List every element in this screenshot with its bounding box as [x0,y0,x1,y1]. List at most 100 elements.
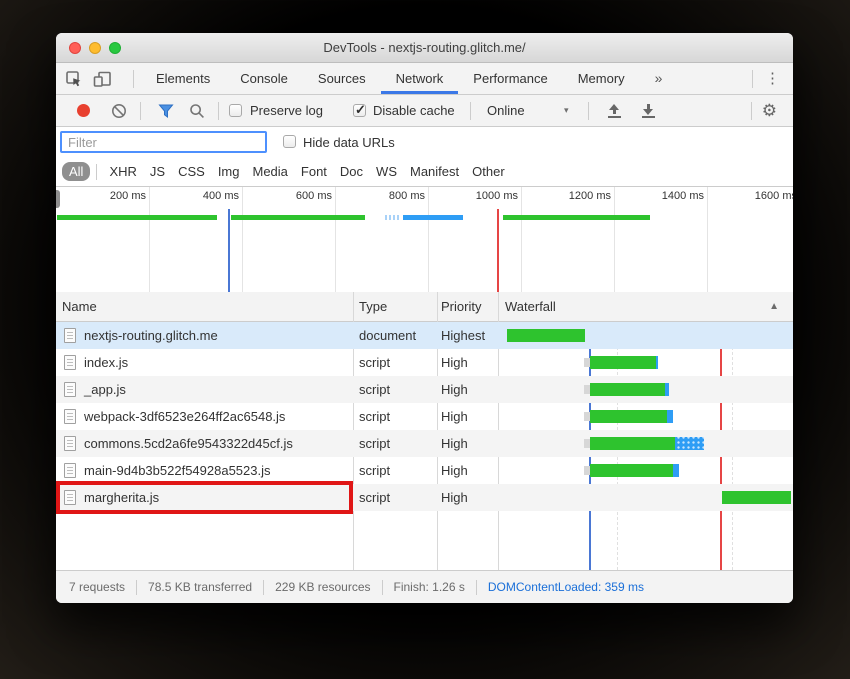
table-row[interactable]: main-9d4b3b522f54928a5523.jsscriptHigh [56,457,793,484]
type-filter-doc[interactable]: Doc [340,164,363,179]
column-header-priority[interactable]: Priority [441,292,481,321]
overview-gridline [707,187,708,292]
inspect-element-icon[interactable] [65,70,83,88]
document-icon [64,382,76,397]
column-header-type[interactable]: Type [359,292,387,321]
preserve-log-checkbox[interactable] [229,104,242,117]
window-title: DevTools - nextjs-routing.glitch.me/ [56,33,793,63]
type-filter-css[interactable]: CSS [178,164,205,179]
waterfall-bar-green [590,356,656,369]
request-priority: Highest [441,322,485,349]
request-name: commons.5cd2a6fe9543322d45cf.js [84,430,293,457]
request-name: index.js [84,349,128,376]
request-name: webpack-3df6523e264ff2ac6548.js [84,403,285,430]
customize-devtools-icon[interactable]: ⋮ [765,63,780,94]
filter-row: Hide data URLs [56,127,793,157]
status-divider [136,580,137,595]
overview-activity-bar [385,215,401,220]
request-name: margherita.js [84,484,159,511]
toggle-device-toolbar-icon[interactable] [93,70,111,88]
overview-tick-label: 800 ms [355,190,425,202]
pills-divider [96,164,97,180]
record-network-log-button[interactable] [77,104,90,117]
toolbar-divider [588,102,589,120]
sort-ascending-icon[interactable]: ▲ [769,292,779,321]
disable-cache-checkbox[interactable] [353,104,366,117]
document-icon [64,328,76,343]
waterfall-bar-green [590,383,665,396]
tabbar-divider [133,70,134,88]
tab-sources[interactable]: Sources [303,63,381,94]
request-type: script [359,457,390,484]
tabbar-divider [752,70,753,88]
column-header-waterfall[interactable]: Waterfall [505,292,556,321]
request-type: script [359,484,390,511]
request-priority: High [441,484,468,511]
toolbar-divider [751,102,752,120]
status-domcontentloaded: DOMContentLoaded: 359 ms [488,580,644,594]
overview-drag-handle[interactable] [56,190,60,208]
table-row[interactable]: commons.5cd2a6fe9543322d45cf.jsscriptHig… [56,430,793,457]
tab-elements[interactable]: Elements [141,63,225,94]
network-summary-bar: 7 requests78.5 KB transferred229 KB reso… [56,570,793,603]
type-filter-manifest[interactable]: Manifest [410,164,459,179]
toolbar-divider [470,102,471,120]
request-priority: High [441,376,468,403]
filter-input[interactable] [60,131,267,153]
tab-console[interactable]: Console [225,63,303,94]
clear-network-log-icon[interactable] [111,103,127,119]
column-header-name[interactable]: Name [62,292,97,321]
table-row[interactable]: _app.jsscriptHigh [56,376,793,403]
status-divider [382,580,383,595]
overview-activity-bar [231,215,365,220]
hide-data-urls-label: Hide data URLs [303,127,395,158]
overview-gridline [242,187,243,292]
overview-activity-bar [57,215,217,220]
type-filter-other[interactable]: Other [472,164,505,179]
status-divider [476,580,477,595]
request-type: script [359,430,390,457]
export-har-icon[interactable] [641,103,656,119]
type-filter-all[interactable]: All [62,162,90,181]
type-filter-js[interactable]: JS [150,164,165,179]
status-divider [263,580,264,595]
network-throttling-select[interactable]: Online [487,95,525,126]
type-filter-ws[interactable]: WS [376,164,397,179]
table-row[interactable]: index.jsscriptHigh [56,349,793,376]
overview-tick-label: 200 ms [76,190,146,202]
request-type-filters: All XHR JS CSS Img Media Font Doc WS Manifest Othe… [56,157,793,187]
tab-performance[interactable]: Performance [458,63,562,94]
devtools-window: DevTools - nextjs-routing.glitch.me/ Ele… [56,33,793,603]
type-filter-media[interactable]: Media [252,164,287,179]
waterfall-bar-green [507,329,585,342]
type-filter-font[interactable]: Font [301,164,327,179]
waterfall-bar-blue [667,410,673,423]
tab-memory[interactable]: Memory [563,63,640,94]
status-item: 229 KB resources [275,580,370,594]
more-tabs-button[interactable]: » [640,63,678,94]
import-har-icon[interactable] [607,103,622,119]
titlebar: DevTools - nextjs-routing.glitch.me/ [56,33,793,63]
request-priority: High [441,349,468,376]
request-type: document [359,322,416,349]
overview-tick-label: 1200 ms [541,190,611,202]
network-settings-gear-icon[interactable]: ⚙ [762,95,777,127]
request-name: nextjs-routing.glitch.me [84,322,218,349]
table-row[interactable]: margherita.js script High [56,484,793,511]
overview-tick-label: 1400 ms [634,190,704,202]
table-row[interactable]: nextjs-routing.glitch.me document Highest [56,322,793,349]
document-icon [64,463,76,478]
table-row[interactable]: webpack-3df6523e264ff2ac6548.jsscriptHig… [56,403,793,430]
request-priority: High [441,457,468,484]
hide-data-urls-checkbox[interactable] [283,135,296,148]
overview-gridline [614,187,615,292]
tab-network[interactable]: Network [381,63,459,94]
waterfall-bar-blue [665,383,669,396]
network-overview-timeline[interactable]: 200 ms400 ms600 ms800 ms1000 ms1200 ms14… [56,187,793,292]
search-icon[interactable] [189,103,205,119]
overview-gridline [428,187,429,292]
type-filter-img[interactable]: Img [218,164,240,179]
type-filter-xhr[interactable]: XHR [109,164,136,179]
chevron-down-icon[interactable]: ▾ [564,95,569,126]
filter-funnel-icon[interactable] [158,103,174,119]
